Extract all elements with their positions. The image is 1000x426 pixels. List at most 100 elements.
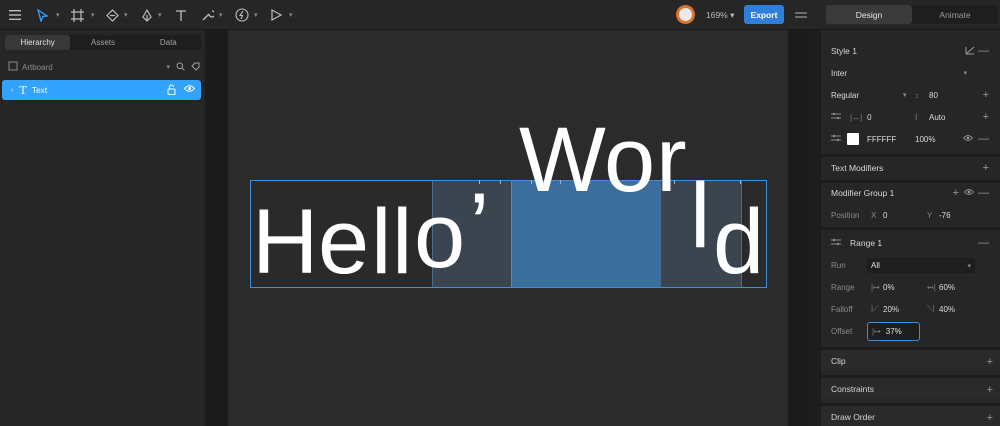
- run-select[interactable]: All ▾: [867, 258, 975, 273]
- lightning-icon[interactable]: [235, 7, 249, 23]
- canvas-gutter-left: [207, 30, 228, 426]
- fill-opacity-value[interactable]: 100%: [915, 135, 935, 144]
- menu-icon[interactable]: [9, 7, 21, 23]
- remove-fill-icon[interactable]: —: [978, 133, 989, 145]
- left-panel-tabs: Hierarchy Assets Data: [5, 35, 201, 50]
- offset-value: 37%: [885, 327, 902, 336]
- export-button[interactable]: Export: [744, 5, 784, 24]
- add-icon[interactable]: +: [987, 357, 993, 368]
- falloff-row: Falloff |⟋ 20% ⟍| 40%: [831, 302, 993, 316]
- glyph-H: H: [252, 191, 319, 293]
- tab-animate[interactable]: Animate: [912, 5, 998, 24]
- fill-color-swatch[interactable]: [847, 133, 859, 145]
- add-modifier-icon[interactable]: +: [983, 162, 989, 174]
- pos-y-value[interactable]: -76: [939, 211, 951, 220]
- range-end-value[interactable]: 60%: [939, 283, 955, 292]
- wrench-tool-icon[interactable]: [201, 7, 214, 23]
- glyph-comma: ’: [469, 175, 490, 277]
- glyph-l: l: [690, 165, 711, 267]
- run-value: All: [871, 261, 880, 270]
- glyph-d: d: [713, 191, 765, 293]
- lock-icon[interactable]: [167, 84, 176, 97]
- section-clip[interactable]: Clip +: [821, 347, 1000, 371]
- glyph-o: o: [604, 109, 656, 211]
- chevron-down-icon[interactable]: ▾: [903, 91, 907, 99]
- modifier-group-name[interactable]: Modifier Group 1: [831, 188, 894, 198]
- tab-hierarchy[interactable]: Hierarchy: [5, 35, 71, 50]
- letter-spacing-icon: |↔|: [850, 112, 863, 122]
- range-name[interactable]: Range 1: [850, 238, 882, 248]
- pointer-tool-icon[interactable]: [37, 7, 48, 23]
- canvas[interactable]: H e l l o ’ W o r l d: [228, 30, 788, 426]
- add-icon[interactable]: +: [987, 385, 993, 396]
- chevron-down-icon[interactable]: ▾: [254, 12, 258, 19]
- sliders-icon: [831, 134, 841, 144]
- eye-icon[interactable]: [962, 134, 974, 144]
- chevron-right-icon[interactable]: ›: [11, 87, 13, 94]
- pen-tool-icon[interactable]: [141, 7, 153, 23]
- chevron-down-icon[interactable]: ▾: [124, 12, 128, 19]
- eye-icon[interactable]: [183, 84, 196, 97]
- glyph-l: l: [371, 191, 392, 293]
- text-layer-icon: T: [19, 83, 27, 97]
- text-tool-icon[interactable]: [175, 7, 187, 23]
- sliders-icon[interactable]: [795, 7, 807, 23]
- falloff-label: Falloff: [831, 304, 853, 314]
- line-height-value[interactable]: Auto: [929, 113, 945, 122]
- tag-icon[interactable]: [191, 62, 200, 73]
- fill-hex-value[interactable]: FFFFFF: [867, 135, 896, 144]
- section-title: Draw Order: [831, 411, 875, 422]
- section-constraints[interactable]: Constraints +: [821, 375, 1000, 399]
- line-height-icon: Ⅰ: [915, 112, 918, 122]
- remove-modifier-icon[interactable]: —: [978, 187, 989, 199]
- pos-x-value[interactable]: 0: [883, 211, 887, 220]
- tab-data[interactable]: Data: [136, 35, 201, 50]
- falloff-end-value[interactable]: 40%: [939, 305, 955, 314]
- range-start-value[interactable]: 0%: [883, 283, 895, 292]
- eye-icon[interactable]: [963, 188, 975, 198]
- artboard-tool-icon[interactable]: [71, 7, 84, 23]
- offset-label: Offset: [831, 326, 853, 336]
- font-size-value[interactable]: 80: [929, 91, 938, 100]
- toolbar: ▾ ▾ ▾ ▾ ▾ ▾ ▾ 169% ▾ Export Design Anima…: [0, 0, 1000, 30]
- add-icon[interactable]: +: [983, 89, 989, 101]
- letter-spacing-value[interactable]: 0: [867, 113, 871, 122]
- chevron-down-icon[interactable]: ▾: [158, 12, 162, 19]
- falloff-start-value[interactable]: 20%: [883, 305, 899, 314]
- style-name: Style 1: [831, 46, 857, 56]
- remove-range-icon[interactable]: —: [978, 237, 989, 249]
- tab-assets[interactable]: Assets: [70, 35, 135, 50]
- search-icon[interactable]: [176, 62, 185, 73]
- remove-style-icon[interactable]: —: [978, 45, 989, 57]
- font-weight-value[interactable]: Regular: [831, 91, 859, 100]
- chevron-down-icon[interactable]: ▾: [289, 12, 293, 19]
- font-family-value: Inter: [831, 68, 848, 78]
- offset-input[interactable]: |↦ 37%: [867, 322, 920, 341]
- font-weight-row: Regular ▾ ↕ 80 +: [831, 88, 993, 102]
- add-icon[interactable]: +: [983, 111, 989, 123]
- add-icon[interactable]: +: [953, 187, 959, 199]
- zoom-level[interactable]: 169% ▾: [706, 10, 734, 21]
- chevron-down-icon: ▾: [963, 70, 967, 77]
- divider: [821, 180, 1000, 183]
- artboard-selector[interactable]: Artboard ▾: [8, 60, 200, 74]
- divider: [821, 154, 1000, 157]
- chevron-down-icon[interactable]: ▾: [219, 12, 223, 19]
- layer-row-text[interactable]: › T Text: [2, 80, 201, 100]
- chevron-down-icon[interactable]: ▾: [56, 12, 60, 19]
- chevron-down-icon[interactable]: ▾: [91, 12, 95, 19]
- detach-style-icon[interactable]: [965, 46, 975, 57]
- falloff-end-icon: ⟍|: [927, 304, 935, 313]
- add-icon[interactable]: +: [987, 413, 993, 424]
- pos-y-label: Y: [927, 210, 933, 220]
- tab-design[interactable]: Design: [826, 5, 912, 24]
- play-icon[interactable]: [271, 7, 282, 23]
- section-draw-order[interactable]: Draw Order +: [821, 403, 1000, 426]
- avatar[interactable]: [676, 5, 695, 24]
- font-family-select[interactable]: Inter ▾: [831, 66, 993, 80]
- range-start-icon: |↦: [871, 282, 880, 292]
- fill-row: FFFFFF 100% —: [831, 132, 993, 146]
- chevron-down-icon[interactable]: ▾: [166, 63, 170, 71]
- hierarchy-panel: Hierarchy Assets Data Artboard ▾ › T Tex…: [0, 30, 206, 426]
- bone-tool-icon[interactable]: [106, 7, 119, 23]
